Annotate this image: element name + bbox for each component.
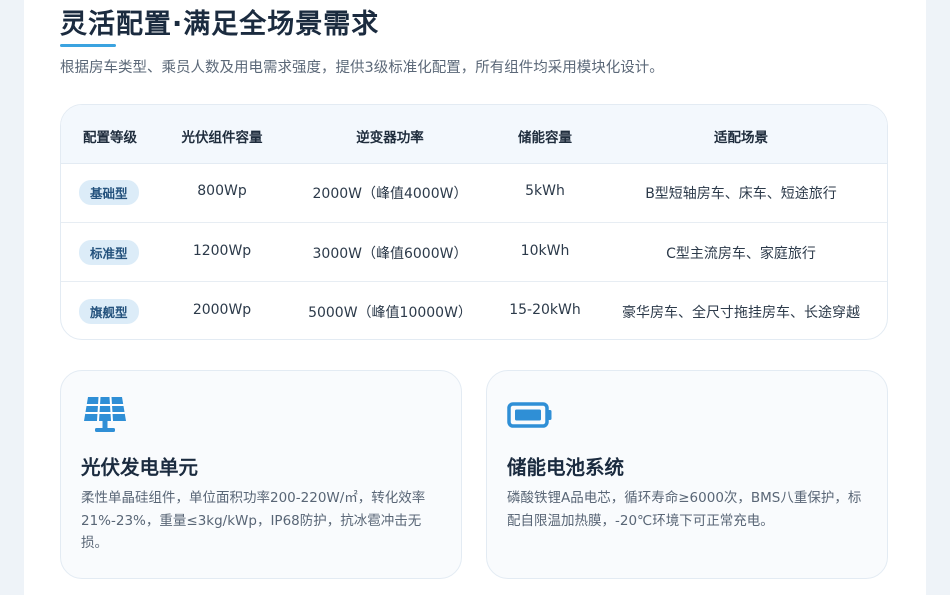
pv-capacity: 1200Wp [192,243,252,259]
pv-unit-card: 光伏发电单元 柔性单晶硅组件，单位面积功率200-220W/㎡，转化效率21%-… [60,370,462,579]
inverter-power: 3000W（峰值6000W） [312,246,468,262]
solar-panel-icon [81,395,129,439]
use-scene: C型主流房车、家庭旅行 [666,246,816,262]
battery-icon [507,395,555,439]
page-subtitle: 根据房车类型、乘员人数及用电需求强度，提供3级标准化配置，所有组件均采用模块化设… [60,60,664,76]
inverter-power: 5000W（峰值10000W） [308,305,472,321]
level-badge: 标准型 [79,240,139,265]
table-row: 基础型 800Wp 2000W（峰值4000W） 5kWh B型短轴房车、床车、… [61,163,887,222]
table-header: 配置等级 光伏组件容量 逆变器功率 储能容量 适配场景 [61,105,887,164]
use-scene: B型短轴房车、床车、短途旅行 [645,186,837,202]
card-title: 光伏发电单元 [81,456,199,479]
page-title: 灵活配置·满足全场景需求 [60,9,380,40]
storage-capacity: 10kWh [520,243,570,259]
column-header-storage: 储能容量 [518,130,572,146]
table-row: 标准型 1200Wp 3000W（峰值6000W） 10kWh C型主流房车、家… [61,222,887,282]
battery-system-card: 储能电池系统 磷酸铁锂A品电芯，循环寿命≥6000次，BMS八重保护，标配自限温… [486,370,888,579]
card-title: 储能电池系统 [507,456,625,479]
column-header-scene: 适配场景 [714,130,768,146]
inverter-power: 2000W（峰值4000W） [312,186,468,202]
card-description: 柔性单晶硅组件，单位面积功率200-220W/㎡，转化效率21%-23%，重量≤… [81,490,426,551]
storage-capacity: 15-20kWh [509,302,581,318]
storage-capacity: 5kWh [525,183,565,199]
title-underline [60,44,116,47]
level-badge: 旗舰型 [79,299,139,324]
table-row: 旗舰型 2000Wp 5000W（峰值10000W） 15-20kWh 豪华房车… [61,281,887,339]
column-header-level: 配置等级 [83,130,137,146]
content-sheet: 灵活配置·满足全场景需求 根据房车类型、乘员人数及用电需求强度，提供3级标准化配… [24,0,926,595]
card-description: 磷酸铁锂A品电芯，循环寿命≥6000次，BMS八重保护，标配自限温加热膜，-20… [507,490,862,529]
level-badge: 基础型 [79,180,139,205]
column-header-pv: 光伏组件容量 [181,130,263,146]
config-table: 配置等级 光伏组件容量 逆变器功率 储能容量 适配场景 基础型 800Wp 20… [60,104,888,340]
column-header-inverter: 逆变器功率 [356,130,424,146]
pv-capacity: 800Wp [197,183,247,199]
pv-capacity: 2000Wp [192,302,252,318]
use-scene: 豪华房车、全尺寸拖挂房车、长途穿越 [622,305,860,321]
